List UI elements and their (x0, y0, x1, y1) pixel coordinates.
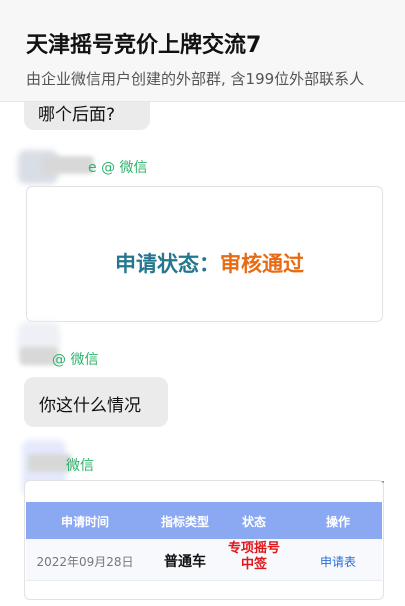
chat-header: 天津摇号竞价上牌交流7 由企业微信用户创建的外部群, 含199位外部联系人 (0, 0, 405, 102)
message-text: 你这什么情况 (39, 396, 141, 416)
status-label: 申请状态： (115, 252, 220, 276)
table-header: 申请时间 指标类型 状态 操作 (26, 502, 382, 539)
column-header-type: 指标类型 (160, 515, 209, 529)
group-title: 天津摇号竞价上牌交流7 (26, 33, 262, 58)
group-subtitle: 由企业微信用户创建的外部群, 含199位外部联系人 (26, 70, 365, 88)
chat-window: 天津摇号竞价上牌交流7 由企业微信用户创建的外部群, 含199位外部联系人 哪个… (0, 0, 405, 606)
column-header-status: 状态 (241, 515, 266, 529)
table-image-message[interactable]: 申请时间 指标类型 状态 操作 2022年09月28日 普通车 专项摇号中签 申… (24, 480, 384, 600)
sender-wechat-tag: e @ 微信 (88, 160, 148, 176)
column-header-date: 申请时间 (60, 515, 109, 529)
cell-date: 2022年09月28日 (36, 555, 134, 569)
image-message[interactable]: 申请状态：审核通过 (26, 186, 383, 322)
message-bubble[interactable]: 你这什么情况 (24, 377, 168, 427)
status-value: 审核通过 (220, 252, 304, 276)
message-text: 哪个后面? (38, 105, 116, 125)
column-header-action: 操作 (325, 515, 350, 529)
sender-wechat-tag: 微信 (66, 458, 94, 474)
table-row: 2022年09月28日 普通车 专项摇号中签 申请表 (26, 539, 382, 581)
sender-name-blurred (42, 156, 94, 174)
cell-status: 专项摇号中签 (227, 541, 280, 572)
application-status: 申请状态：审核通过 (115, 248, 304, 278)
cell-type: 普通车 (164, 554, 206, 570)
cell-action-link[interactable]: 申请表 (306, 553, 370, 570)
sender-wechat-tag: @ 微信 (52, 352, 99, 368)
